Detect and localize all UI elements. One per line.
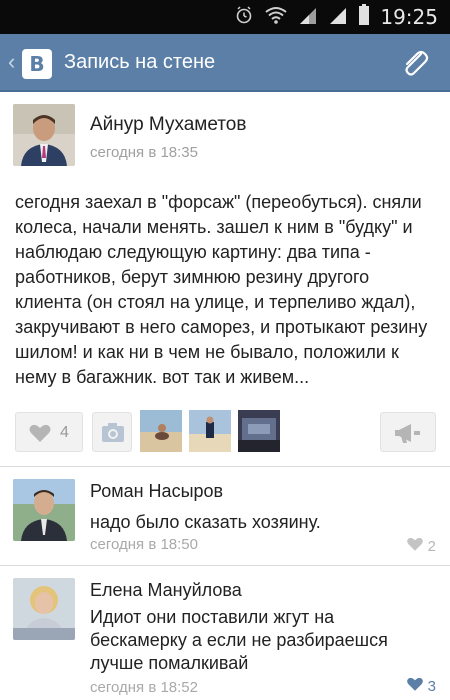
app-bar: ‹ B Запись на стене bbox=[0, 34, 450, 92]
signal-icon bbox=[328, 5, 348, 30]
comment-time: сегодня в 18:50 bbox=[90, 536, 198, 553]
post-author[interactable]: Айнур Мухаметов bbox=[90, 114, 246, 136]
avatar[interactable] bbox=[13, 479, 75, 541]
post-time: сегодня в 18:35 bbox=[90, 144, 198, 161]
share-button[interactable] bbox=[380, 412, 436, 452]
comment-like-button[interactable]: 3 bbox=[406, 676, 436, 696]
comment-text: Идиот они поставили жгут на бескамерку а… bbox=[90, 607, 388, 673]
vk-logo[interactable]: B bbox=[22, 49, 52, 79]
photo-thumbnail[interactable] bbox=[140, 410, 182, 452]
heart-icon bbox=[28, 423, 52, 448]
comment: Роман Насыров надо было сказать хозяину.… bbox=[0, 467, 450, 565]
status-bar: 19:25 bbox=[0, 0, 450, 34]
clock: 19:25 bbox=[380, 5, 438, 29]
camera-icon[interactable] bbox=[92, 412, 132, 452]
wifi-icon bbox=[264, 5, 288, 30]
photo-thumbnail[interactable] bbox=[238, 410, 280, 452]
heart-icon bbox=[406, 536, 424, 556]
photo-thumbnail[interactable] bbox=[189, 410, 231, 452]
comment-like-count: 3 bbox=[427, 677, 436, 695]
back-chevron-icon[interactable]: ‹ bbox=[8, 51, 15, 73]
like-button[interactable]: 4 bbox=[15, 412, 83, 452]
battery-icon bbox=[358, 3, 370, 31]
paperclip-icon[interactable] bbox=[398, 46, 432, 80]
comment-like-count: 2 bbox=[427, 537, 436, 555]
heart-icon bbox=[406, 676, 424, 696]
comment-author[interactable]: Елена Мануйлова bbox=[90, 580, 242, 601]
comment-time: сегодня в 18:52 bbox=[90, 679, 198, 696]
avatar[interactable] bbox=[13, 104, 75, 166]
page-title: Запись на стене bbox=[64, 51, 216, 73]
post-text: сегодня заехал в "форсаж" (переобуться).… bbox=[15, 192, 428, 387]
avatar[interactable] bbox=[13, 578, 75, 640]
alarm-icon bbox=[234, 5, 254, 30]
comment-author[interactable]: Роман Насыров bbox=[90, 481, 223, 502]
comment-like-button[interactable]: 2 bbox=[406, 536, 436, 556]
like-count: 4 bbox=[60, 424, 69, 441]
comment: Елена Мануйлова Идиот они поставили жгут… bbox=[0, 566, 450, 700]
status-icons: 19:25 bbox=[234, 0, 438, 34]
signal-icon bbox=[298, 5, 318, 30]
comment-text: надо было сказать хозяину. bbox=[90, 512, 321, 532]
post-actions: 4 bbox=[0, 392, 450, 462]
